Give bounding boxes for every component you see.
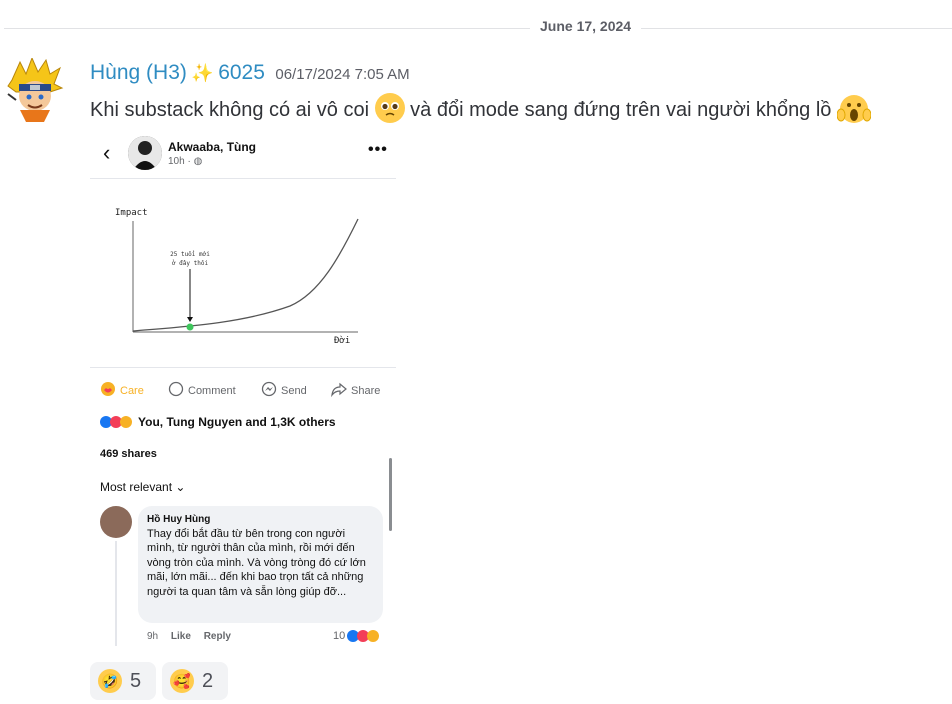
post-actions: Care Comment Send Share bbox=[90, 381, 396, 403]
care-reaction-icon bbox=[367, 630, 380, 642]
header-separator bbox=[90, 178, 396, 179]
post-time: 10h · ◍ bbox=[168, 156, 202, 167]
comment-meta: 9h Like Reply bbox=[147, 631, 231, 642]
reactions-text: You, Tung Nguyen and 1,3K others bbox=[138, 415, 336, 429]
sort-label: Most relevant bbox=[100, 480, 173, 494]
reactions-summary[interactable]: You, Tung Nguyen and 1,3K others bbox=[100, 415, 336, 429]
date-divider bbox=[4, 28, 952, 29]
commenter-name[interactable]: Hồ Huy Hùng bbox=[147, 514, 210, 525]
comment-reply-button[interactable]: Reply bbox=[204, 631, 231, 642]
sparkles-icon: ✨ bbox=[191, 63, 214, 83]
comment-bubble: Hồ Huy Hùng Thay đổi bắt đầu từ bên tron… bbox=[138, 506, 383, 623]
message-header: Hùng (H3) ✨ 6025 06/17/2024 7:05 AM bbox=[90, 61, 410, 85]
commenter-avatar[interactable] bbox=[100, 506, 132, 538]
comment-text: Thay đổi bắt đầu từ bên trong con người … bbox=[147, 528, 366, 598]
attachment-image[interactable]: ‹ Akwaaba, Tùng 10h · ◍ ••• Impact 25 tu… bbox=[90, 131, 396, 650]
reaction-rolling-laughing[interactable]: 🤣 5 bbox=[90, 662, 156, 700]
care-icon bbox=[100, 381, 116, 400]
comment-time: 9h bbox=[147, 631, 159, 642]
sort-dropdown[interactable]: Most relevant ⌄ bbox=[100, 480, 185, 494]
message-text-part2: và đổi mode sang đứng trên vai người khổ… bbox=[410, 99, 832, 121]
comment-count-text: 10 bbox=[333, 630, 346, 642]
date-divider-label: June 17, 2024 bbox=[530, 18, 642, 34]
comment-icon bbox=[168, 381, 184, 400]
shares-count[interactable]: 469 shares bbox=[100, 448, 157, 460]
reaction-smiling-hearts[interactable]: 🥰 2 bbox=[162, 662, 228, 700]
comment-button[interactable]: Comment bbox=[168, 381, 236, 400]
share-icon bbox=[331, 381, 347, 400]
user-avatar[interactable] bbox=[6, 56, 64, 122]
screaming-face-icon bbox=[836, 93, 872, 123]
chevron-down-icon: ⌄ bbox=[175, 480, 186, 494]
chart-annotation-line1: 25 tuổi mới bbox=[170, 251, 210, 258]
send-button[interactable]: Send bbox=[261, 381, 307, 400]
post-chart: Impact 25 tuổi mới ở đây thôi Đời bbox=[115, 208, 359, 346]
post-author[interactable]: Akwaaba, Tùng bbox=[168, 140, 256, 154]
comment-reaction-count[interactable]: 10 bbox=[333, 630, 380, 642]
care-reaction-icon bbox=[120, 416, 132, 428]
user-badge[interactable]: 6025 bbox=[218, 61, 265, 84]
rolling-laughing-icon: 🤣 bbox=[98, 669, 122, 693]
reaction-count: 5 bbox=[130, 669, 142, 692]
share-label: Share bbox=[351, 384, 381, 397]
post-author-avatar[interactable] bbox=[128, 136, 162, 170]
chart-xlabel: Đời bbox=[334, 335, 350, 346]
comment-like-button[interactable]: Like bbox=[171, 631, 191, 642]
chart-marker bbox=[186, 323, 194, 331]
care-label: Care bbox=[120, 384, 144, 397]
back-icon[interactable]: ‹ bbox=[103, 140, 110, 166]
reaction-count: 2 bbox=[202, 669, 214, 692]
pleading-face-icon bbox=[374, 93, 405, 123]
messenger-icon bbox=[261, 381, 277, 400]
username[interactable]: Hùng (H3) bbox=[90, 61, 187, 84]
growth-curve bbox=[132, 218, 359, 332]
chart-annotation-line2: ở đây thôi bbox=[172, 260, 209, 267]
annotation-arrowhead bbox=[187, 317, 193, 322]
more-options-icon[interactable]: ••• bbox=[368, 141, 388, 159]
chart-ylabel: Impact bbox=[115, 208, 148, 218]
comment-label: Comment bbox=[188, 384, 236, 397]
message-text: Khi substack không có ai vô coi và đổi m… bbox=[90, 93, 872, 123]
globe-icon: ◍ bbox=[193, 156, 203, 167]
chart-separator bbox=[90, 367, 396, 368]
scrollbar[interactable] bbox=[389, 458, 392, 531]
send-label: Send bbox=[281, 384, 307, 397]
message-timestamp[interactable]: 06/17/2024 7:05 AM bbox=[275, 66, 409, 83]
smiling-hearts-icon: 🥰 bbox=[170, 669, 194, 693]
post-time-text: 10h · bbox=[168, 156, 191, 167]
share-button[interactable]: Share bbox=[331, 381, 380, 400]
care-button[interactable]: Care bbox=[100, 381, 144, 400]
thread-line bbox=[115, 541, 117, 646]
message-text-part1: Khi substack không có ai vô coi bbox=[90, 99, 370, 121]
